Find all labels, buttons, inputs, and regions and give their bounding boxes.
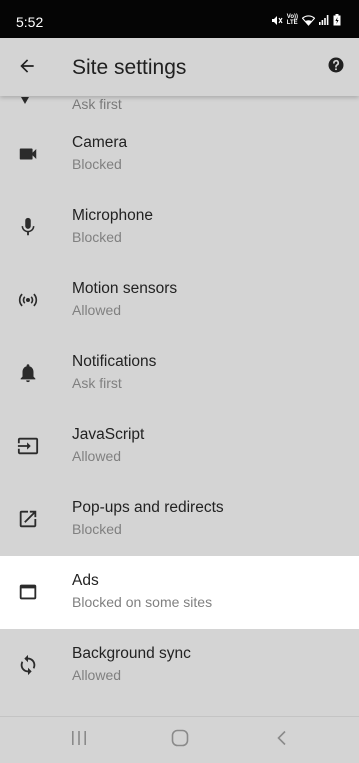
nav-back-button[interactable] bbox=[270, 729, 294, 751]
help-icon bbox=[327, 56, 345, 79]
javascript-icon bbox=[16, 434, 40, 458]
camera-icon bbox=[16, 142, 40, 166]
setting-label: Motion sensors bbox=[72, 280, 178, 297]
help-button[interactable] bbox=[325, 56, 347, 78]
setting-label: JavaScript bbox=[72, 426, 145, 443]
setting-label: Pop-ups and redirects bbox=[72, 499, 224, 516]
bell-icon bbox=[16, 361, 40, 385]
list-item-partial[interactable]: Ask first bbox=[0, 96, 359, 118]
setting-motion-sensors[interactable]: Motion sensors Allowed bbox=[0, 264, 359, 337]
setting-status: Allowed bbox=[72, 667, 122, 683]
setting-camera[interactable]: Camera Blocked bbox=[0, 118, 359, 191]
microphone-icon bbox=[16, 215, 40, 239]
home-button[interactable] bbox=[168, 729, 192, 751]
setting-label: Microphone bbox=[72, 207, 153, 224]
list-item-status: Ask first bbox=[72, 96, 122, 112]
recents-icon bbox=[70, 730, 88, 751]
wifi-icon bbox=[302, 14, 315, 26]
setting-label: Background sync bbox=[72, 645, 191, 662]
setting-label: Ads bbox=[72, 572, 99, 589]
setting-status: Allowed bbox=[72, 302, 122, 318]
mute-icon bbox=[271, 15, 283, 26]
location-arrow-icon bbox=[18, 96, 32, 112]
volte-icon: Vo)) LTE bbox=[286, 14, 298, 26]
navigation-bar bbox=[0, 716, 359, 763]
setting-javascript[interactable]: JavaScript Allowed bbox=[0, 410, 359, 483]
setting-ads[interactable]: Ads Blocked on some sites bbox=[0, 556, 359, 629]
ads-icon bbox=[16, 580, 40, 604]
setting-background-sync[interactable]: Background sync Allowed bbox=[0, 629, 359, 702]
setting-status: Ask first bbox=[72, 375, 122, 391]
status-bar: 5:52 Vo)) LTE bbox=[0, 0, 359, 38]
status-icons: Vo)) LTE bbox=[271, 14, 341, 26]
setting-popups[interactable]: Pop-ups and redirects Blocked bbox=[0, 483, 359, 556]
home-icon bbox=[171, 729, 189, 752]
setting-notifications[interactable]: Notifications Ask first bbox=[0, 337, 359, 410]
motion-sensors-icon bbox=[16, 288, 40, 312]
recents-button[interactable] bbox=[67, 729, 91, 751]
setting-status: Allowed bbox=[72, 448, 122, 464]
arrow-back-icon bbox=[17, 56, 37, 81]
setting-microphone[interactable]: Microphone Blocked bbox=[0, 191, 359, 264]
signal-icon bbox=[319, 15, 329, 25]
popup-icon bbox=[16, 507, 40, 531]
setting-status: Blocked on some sites bbox=[72, 594, 213, 610]
page-title: Site settings bbox=[72, 56, 187, 79]
sync-icon bbox=[16, 653, 40, 677]
setting-status: Blocked bbox=[72, 521, 122, 537]
battery-charging-icon bbox=[333, 14, 341, 26]
setting-status: Blocked bbox=[72, 156, 122, 172]
setting-label: Notifications bbox=[72, 353, 157, 370]
settings-list: Ask first Camera Blocked Microphone Bloc… bbox=[0, 96, 359, 716]
setting-label: Camera bbox=[72, 134, 128, 151]
back-icon bbox=[276, 730, 288, 751]
status-time: 5:52 bbox=[16, 14, 44, 30]
setting-status: Blocked bbox=[72, 229, 122, 245]
back-button[interactable] bbox=[12, 53, 42, 83]
toolbar: Site settings bbox=[0, 38, 359, 96]
